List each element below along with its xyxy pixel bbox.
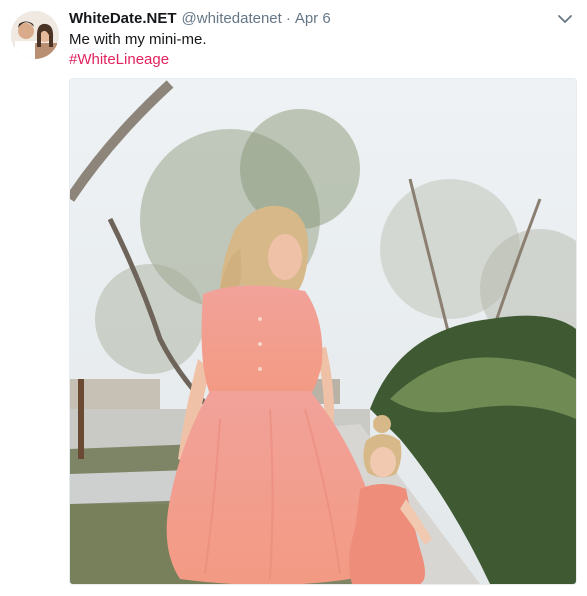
avatar-image [11,11,59,59]
tweet-text: Me with my mini-me. [69,31,207,48]
chevron-down-icon [558,15,572,23]
display-name[interactable]: WhiteDate.NET [69,10,177,27]
tweet-photo[interactable] [69,78,577,585]
tweet-card[interactable]: WhiteDate.NET @whitedatenet · Apr 6 Me w… [0,0,587,596]
separator-dot: · [285,10,291,27]
hashtag-link[interactable]: #WhiteLineage [69,50,169,70]
tweet-header: WhiteDate.NET @whitedatenet · Apr 6 [69,10,331,30]
photo-mother-and-daughter [70,79,576,584]
more-options-button[interactable] [557,12,573,26]
tweet-timestamp[interactable]: Apr 6 [295,10,331,27]
avatar[interactable] [11,11,59,59]
user-handle[interactable]: @whitedatenet [182,10,282,27]
